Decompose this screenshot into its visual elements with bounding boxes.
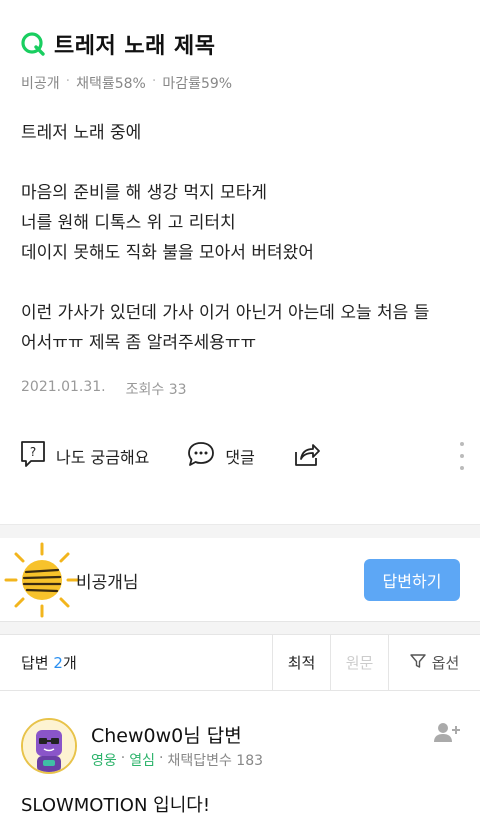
meta-separator: ·	[158, 750, 164, 766]
question-bubble-icon: ?	[20, 440, 46, 472]
question-meta: 비공개 · 채택률58% · 마감률59%	[21, 73, 232, 93]
write-answer-button[interactable]: 답변하기	[364, 559, 460, 601]
asker-name: 비공개님	[76, 573, 139, 593]
sun-avatar-icon	[2, 540, 82, 620]
answers-number: 2	[53, 654, 63, 672]
answer-text: SLOWMOTION 입니다!	[21, 795, 211, 816]
question-title: 트레저 노래 제목	[54, 34, 216, 59]
view-count: 조회수 33	[125, 382, 187, 398]
add-friend-icon[interactable]	[434, 722, 460, 744]
answerer-avatar[interactable]	[21, 718, 77, 774]
question-date-row: 2021.01.31. 조회수 33	[21, 379, 187, 399]
body-line	[21, 268, 466, 298]
question-body: 트레저 노래 중에 마음의 준비를 해 생강 먹지 모타게 너를 원해 디톡스 …	[21, 118, 466, 358]
more-vertical-icon[interactable]	[456, 442, 468, 470]
share-icon	[293, 441, 321, 471]
close-rate: 마감률59%	[162, 76, 233, 92]
question-actions: ? 나도 궁금해요 댓글	[20, 440, 468, 472]
visibility-label: 비공개	[21, 76, 60, 92]
answerer-grade: 영웅	[91, 753, 117, 769]
section-divider	[0, 622, 480, 634]
sort-controls: 최적 원문 옵션	[272, 635, 480, 690]
adopted-count: 채택답변수 183	[167, 753, 264, 769]
answers-label: 답변	[21, 654, 49, 672]
adopt-rate: 채택률58%	[76, 76, 146, 92]
meta-separator: ·	[120, 750, 126, 766]
body-line: 이런 가사가 있던데 가사 이거 아닌거 아는데 오늘 처음 들	[21, 303, 430, 323]
body-line: 데이지 못해도 직화 불을 모아서 버텨왔어	[21, 243, 314, 263]
answer-header: Chew0w0님 답변 영웅 · 열심 · 채택답변수 183	[21, 718, 460, 778]
question-q-icon	[20, 31, 46, 57]
comment-icon	[187, 441, 215, 471]
answerer-name[interactable]: Chew0w0님 답변	[91, 721, 242, 748]
share-button[interactable]	[293, 441, 321, 471]
body-line: 트레저 노래 중에	[21, 123, 142, 143]
answers-bar: 답변 2개 최적 원문 옵션	[0, 634, 480, 691]
answerer-meta: 영웅 · 열심 · 채택답변수 183	[91, 750, 263, 770]
sort-best-button[interactable]: 최적	[272, 635, 330, 690]
section-divider	[0, 524, 480, 538]
meta-separator: ·	[151, 73, 157, 89]
body-line: 너를 원해 디톡스 위 고 리터치	[21, 213, 236, 233]
filter-icon	[409, 653, 426, 673]
body-line	[21, 148, 466, 178]
question-header: 트레저 노래 제목	[20, 28, 216, 60]
sort-original-button[interactable]: 원문	[330, 635, 388, 690]
comment-button[interactable]: 댓글	[187, 441, 255, 471]
asker-row: 비공개님 답변하기	[0, 538, 480, 622]
options-button[interactable]: 옵션	[388, 635, 480, 690]
curious-label: 나도 궁금해요	[56, 448, 150, 467]
comment-label: 댓글	[225, 448, 255, 467]
svg-text:?: ?	[30, 445, 36, 459]
body-line: 마음의 준비를 해 생강 먹지 모타게	[21, 183, 267, 203]
answers-unit: 개	[62, 654, 77, 672]
meta-separator: ·	[65, 73, 71, 89]
question-date: 2021.01.31.	[21, 379, 106, 395]
answers-count: 답변 2개	[21, 652, 77, 673]
answerer-badge: 열심	[129, 753, 155, 769]
body-line: 어서ㅠㅠ 제목 좀 알려주세용ㅠㅠ	[21, 333, 257, 353]
curious-button[interactable]: ? 나도 궁금해요	[20, 440, 149, 472]
options-label: 옵션	[431, 654, 460, 672]
